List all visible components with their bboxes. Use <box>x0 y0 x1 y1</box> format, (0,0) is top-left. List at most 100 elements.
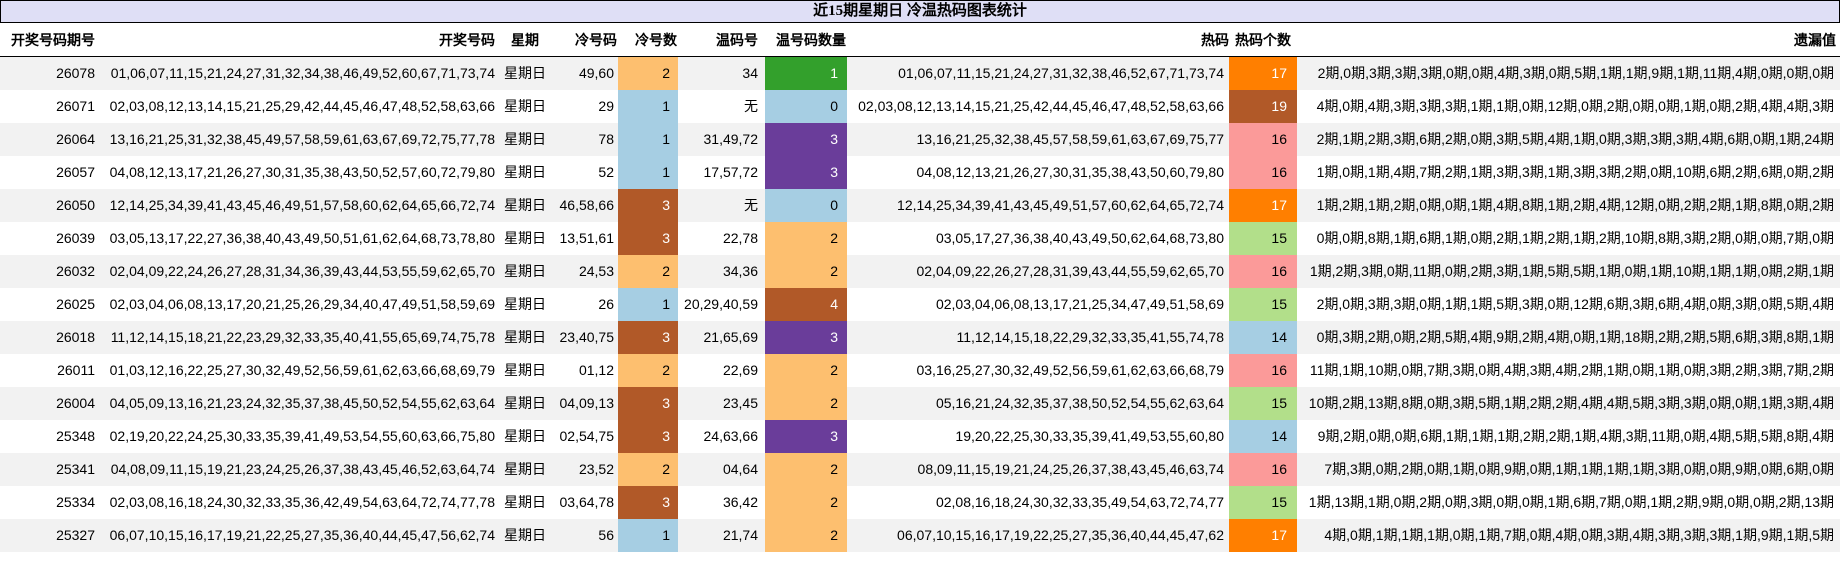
cell-cold-count: 1 <box>618 90 678 123</box>
cell-hot-count: 16 <box>1229 156 1297 189</box>
cell-miss-values: 0期,3期,2期,0期,2期,5期,4期,9期,2期,4期,0期,1期,18期,… <box>1316 329 1834 345</box>
cell-weekday: 星期日 <box>504 461 546 477</box>
cell-cold-numbers: 23,52 <box>578 461 614 477</box>
cell-cold-numbers: 26 <box>598 296 614 312</box>
cell-warm-count: 3 <box>765 321 847 354</box>
cell-cold-count: 1 <box>618 156 678 189</box>
cell-weekday: 星期日 <box>504 395 546 411</box>
cell-cold-count: 1 <box>618 123 678 156</box>
cell-cold-count: 2 <box>618 354 678 387</box>
cell-period: 26071 <box>56 98 95 114</box>
cell-hot-numbers: 02,04,09,22,26,27,28,31,39,43,44,55,59,6… <box>916 263 1224 279</box>
table-body: 26 0 78 01,06,07,11,15,21,24,27,31,32,34,3… <box>0 57 1840 552</box>
cell-miss-values: 1期,0期,1期,4期,7期,2期,1期,3期,3期,1期,3期,3期,2期,0… <box>1316 164 1834 180</box>
cell-weekday: 星期日 <box>504 329 546 345</box>
cell-draw-numbers: 12,14,25,34,39,41,43,45,46,49,51,57,58,6… <box>109 197 495 213</box>
cell-warm-count: 3 <box>765 420 847 453</box>
cell-draw-numbers: 02,19,20,22,24,25,30,33,35,39,41,49,53,5… <box>109 428 495 444</box>
cell-draw-numbers: 01,03,12,16,22,25,27,30,32,49,52,56,59,6… <box>109 362 495 378</box>
cell-hot-count: 16 <box>1229 354 1297 387</box>
table-row: 25341 04,08,09,11,15,19,21,23,24,25,26,3… <box>0 453 1840 486</box>
cell-miss-values: 4期,0期,4期,3期,3期,3期,1期,1期,0期,12期,0期,2期,0期,… <box>1316 98 1834 114</box>
cell-cold-count: 1 <box>618 288 678 321</box>
table-header-row: 开奖号码期号 开奖号码 星期 冷号码 冷号数 温码号 温号码数量 热码 热码个数… <box>0 23 1840 57</box>
cell-warm-count: 2 <box>765 354 847 387</box>
cell-cold-numbers: 02,54,75 <box>559 428 615 444</box>
cell-weekday: 星期日 <box>504 362 546 378</box>
table-row: 26039 03,05,13,17,22,27,36,38,40,43,49,5… <box>0 222 1840 255</box>
table-row: 26018 11,12,14,15,18,21,22,23,29,32,33,3… <box>0 321 1840 354</box>
cell-cold-count: 3 <box>618 486 678 519</box>
cell-warm-count: 2 <box>765 519 847 552</box>
cell-weekday: 星期日 <box>504 65 546 81</box>
cell-cold-numbers: 03,64,78 <box>559 494 615 510</box>
cell-period: 26011 <box>57 362 95 378</box>
cell-hot-count: 15 <box>1229 387 1297 420</box>
cell-miss-values: 0期,0期,8期,1期,6期,1期,0期,2期,1期,2期,1期,2期,10期,… <box>1316 230 1834 246</box>
cell-miss-values: 11期,1期,10期,0期,7期,3期,0期,4期,3期,4期,2期,1期,0期… <box>1309 362 1834 378</box>
cell-weekday: 星期日 <box>504 263 546 279</box>
cell-miss-values: 1期,2期,3期,0期,11期,0期,2期,3期,1期,5期,5期,1期,0期,… <box>1309 263 1834 279</box>
cell-hot-numbers: 06,07,10,15,16,17,19,22,25,27,35,36,40,4… <box>897 527 1224 543</box>
cell-cold-count: 3 <box>618 222 678 255</box>
cell-warm-numbers: 20,29,40,59 <box>684 296 758 312</box>
cell-period: 25334 <box>56 494 95 510</box>
cell-weekday: 星期日 <box>504 164 546 180</box>
cell-period: 26039 <box>56 230 95 246</box>
cell-hot-numbers: 02,03,08,12,13,14,15,21,25,42,44,45,46,4… <box>858 98 1224 114</box>
cell-hot-numbers: 02,03,04,06,08,13,17,21,25,34,47,49,51,5… <box>935 296 1224 312</box>
cell-weekday: 星期日 <box>504 494 546 510</box>
col-header-warm-count: 温号码数量 <box>776 32 846 48</box>
cell-cold-numbers: 04,09,13 <box>559 395 615 411</box>
cell-draw-numbers: 01,06,07,11,15,21,24,27,31,32,34,38,46,4… <box>110 65 495 81</box>
cell-period: 26050 <box>56 197 95 213</box>
col-header-cold: 冷号码 <box>575 32 617 48</box>
col-header-warm: 温码号 <box>716 32 758 48</box>
cell-draw-numbers: 02,03,08,12,13,14,15,21,25,29,42,44,45,4… <box>109 98 495 114</box>
table-row: 26032 02,04,09,22,24,26,27,28,31,34,36,3… <box>0 255 1840 288</box>
col-header-miss-values: 遗漏值 <box>1794 32 1836 48</box>
cell-hot-numbers: 01,06,07,11,15,21,24,27,31,32,38,46,52,6… <box>898 65 1224 81</box>
cell-warm-numbers: 34,36 <box>722 263 758 279</box>
cell-warm-count: 2 <box>765 453 847 486</box>
cell-warm-count: 2 <box>765 222 847 255</box>
cell-cold-numbers: 78 <box>598 131 614 147</box>
lottery-stats-page: 近15期星期日 冷温热码图表统计 开奖号码期号 开奖号码 星期 冷号码 冷号数 … <box>0 0 1840 552</box>
cell-warm-count: 0 <box>765 189 847 222</box>
cell-period: 26025 <box>56 296 95 312</box>
cell-draw-numbers: 13,16,21,25,31,32,38,45,49,57,58,59,61,6… <box>109 131 495 147</box>
cell-miss-values: 2期,0期,3期,3期,0期,1期,1期,5期,3期,0期,12期,6期,3期,… <box>1316 296 1834 312</box>
cell-warm-count: 0 <box>765 90 847 123</box>
cell-warm-numbers: 无 <box>744 98 758 114</box>
cell-warm-count: 3 <box>765 156 847 189</box>
cell-draw-numbers: 04,08,09,11,15,19,21,23,24,25,26,37,38,4… <box>110 461 495 477</box>
cell-hot-numbers: 19,20,22,25,30,33,35,39,41,49,53,55,60,8… <box>955 428 1224 444</box>
cell-warm-numbers: 22,78 <box>722 230 758 246</box>
cell-draw-numbers: 04,05,09,13,16,21,23,24,32,35,37,38,45,5… <box>109 395 495 411</box>
cell-period: 26064 <box>56 131 95 147</box>
cell-warm-numbers: 22,69 <box>722 362 758 378</box>
cell-cold-count: 3 <box>618 321 678 354</box>
title-bar: 近15期星期日 冷温热码图表统计 <box>0 0 1840 23</box>
cell-warm-numbers: 17,57,72 <box>703 164 759 180</box>
cell-hot-numbers: 11,12,14,15,18,22,29,32,33,35,41,55,74,7… <box>956 329 1224 345</box>
cell-weekday: 星期日 <box>504 428 546 444</box>
cell-hot-count: 16 <box>1229 123 1297 156</box>
cell-warm-numbers: 21,74 <box>722 527 758 543</box>
cell-warm-count: 3 <box>765 123 847 156</box>
table-row: 26064 13,16,21,25,31,32,38,45,49,57,58,5… <box>0 123 1840 156</box>
cell-warm-numbers: 24,63,66 <box>703 428 759 444</box>
cell-hot-numbers: 02,08,16,18,24,30,32,33,35,49,54,63,72,7… <box>935 494 1224 510</box>
cell-hot-numbers: 04,08,12,13,21,26,27,30,31,35,38,43,50,6… <box>916 164 1224 180</box>
col-header-cold-count: 冷号数 <box>635 32 677 48</box>
cell-hot-numbers: 05,16,21,24,32,35,37,38,50,52,54,55,62,6… <box>935 395 1224 411</box>
cell-hot-count: 14 <box>1229 321 1297 354</box>
table-row: 26057 04,08,12,13,17,21,26,27,30,31,35,3… <box>0 156 1840 189</box>
cell-warm-numbers: 21,65,69 <box>703 329 759 345</box>
cell-warm-count: 4 <box>765 288 847 321</box>
cell-cold-count: 3 <box>618 420 678 453</box>
col-header-weekday: 星期 <box>511 32 539 48</box>
table-row: 26050 12,14,25,34,39,41,43,45,46,49,51,5… <box>0 189 1840 222</box>
cell-cold-numbers: 13,51,61 <box>559 230 615 246</box>
cell-cold-count: 3 <box>618 387 678 420</box>
